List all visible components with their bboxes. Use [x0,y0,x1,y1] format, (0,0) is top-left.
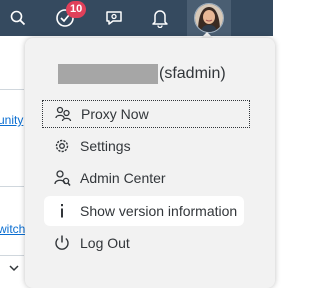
bg-divider [0,186,24,187]
menu-item-label: Settings [80,138,131,154]
bg-link-community[interactable]: unity [0,113,23,127]
bg-link-switch[interactable]: witch [0,222,25,236]
bg-divider [0,89,24,90]
user-avatar-button[interactable] [187,0,231,36]
menu-item-log-out[interactable]: Log Out [42,229,250,257]
menu-item-show-version-information[interactable]: Show version information [44,196,244,226]
search-icon[interactable] [4,0,32,36]
username: (sfadmin) [159,65,226,82]
menu-item-admin-center[interactable]: Admin Center [42,164,250,192]
menu-item-label: Show version information [80,203,238,219]
menu-item-settings[interactable]: Settings [42,132,250,160]
shell-bar: 10 [0,0,273,36]
chevron-down-icon[interactable] [8,262,24,276]
feedback-icon[interactable] [99,0,129,36]
info-icon [52,201,72,221]
bell-icon[interactable] [145,0,175,36]
menu-item-proxy-now[interactable]: Proxy Now [42,100,250,128]
admin-center-icon [52,168,72,188]
redacted-name [58,64,158,84]
user-name-row: (sfadmin) [58,63,226,85]
menu-item-label: Proxy Now [81,106,149,122]
gear-icon [52,136,72,156]
bg-divider [0,255,24,256]
avatar [194,3,224,33]
menu-item-label: Log Out [80,235,130,251]
notifications-badge: 10 [66,1,87,18]
proxy-icon [53,104,73,124]
power-icon [52,233,72,253]
menu-item-label: Admin Center [80,170,166,186]
